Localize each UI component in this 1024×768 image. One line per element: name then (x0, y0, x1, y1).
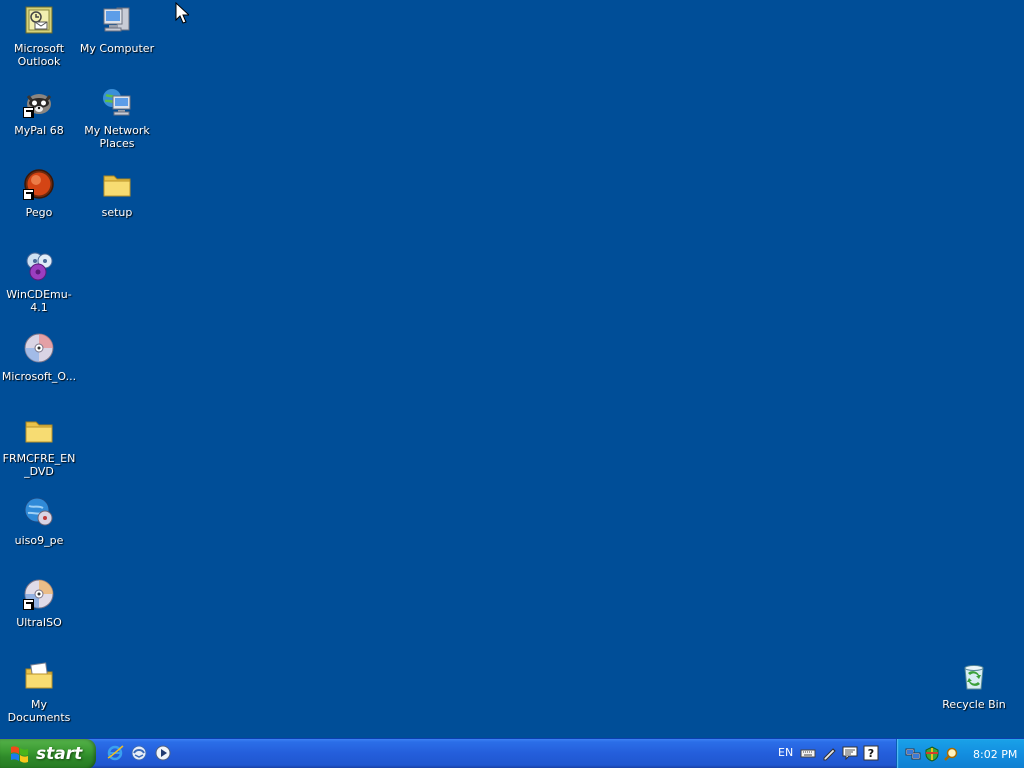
desktop-icon-mypal[interactable]: MyPal 68 (0, 86, 78, 137)
ultraiso-icon (23, 578, 55, 610)
start-label: start (36, 744, 83, 764)
outlook-express-icon[interactable] (130, 744, 148, 762)
mouse-pointer-icon (175, 2, 189, 24)
network-connection-icon[interactable] (905, 746, 921, 762)
desktop-icon-microsoft-o[interactable]: Microsoft_O... (0, 332, 78, 383)
icon-label: My Computer (79, 42, 155, 55)
keyboard-icon[interactable] (800, 745, 816, 761)
internet-explorer-icon[interactable] (106, 744, 124, 762)
icon-label: FRMCFRE_EN_DVD (2, 452, 76, 478)
icon-label: setup (101, 206, 133, 219)
help-icon[interactable]: ? (863, 745, 879, 761)
shortcut-arrow-icon (23, 189, 34, 200)
desktop-icon-pego[interactable]: Pego (0, 168, 78, 219)
shortcut-arrow-icon (23, 107, 34, 118)
start-button[interactable]: start (0, 739, 96, 768)
wincdemu-icon (23, 250, 55, 282)
system-clock[interactable]: 8:02 PM (973, 748, 1017, 761)
desktop-icon-setup[interactable]: setup (78, 168, 156, 219)
windows-logo-icon (11, 746, 28, 763)
folder-icon (101, 168, 133, 200)
taskbar: start EN ? 8:02 PM (0, 738, 1024, 768)
desktop-icon-frmcfre[interactable]: FRMCFRE_EN_DVD (0, 414, 78, 478)
handwriting-pen-icon[interactable] (821, 745, 837, 761)
icon-label: Pego (25, 206, 53, 219)
folder-icon (23, 414, 55, 446)
network-places-icon (101, 86, 133, 118)
security-shield-icon[interactable] (924, 746, 940, 762)
disc-image-icon (23, 332, 55, 364)
desktop-icon-my-documents[interactable]: My Documents (0, 660, 78, 724)
desktop[interactable]: Microsoft Outlook My Computer MyPal 68 M… (0, 0, 1024, 738)
svg-text:?: ? (868, 747, 874, 760)
icon-label: My Network Places (84, 124, 150, 150)
media-player-icon[interactable] (154, 744, 172, 762)
outlook-icon (23, 4, 55, 36)
my-documents-icon (23, 660, 55, 692)
icon-label: Recycle Bin (942, 698, 1006, 711)
my-computer-icon (101, 4, 133, 36)
desktop-icon-uiso9-pe[interactable]: uiso9_pe (0, 496, 78, 547)
icon-label: uiso9_pe (14, 534, 64, 547)
desktop-icon-my-computer[interactable]: My Computer (78, 4, 156, 55)
icon-label: UltraISO (16, 616, 62, 629)
desktop-icon-microsoft-outlook[interactable]: Microsoft Outlook (0, 4, 78, 68)
recycle-bin-icon (958, 660, 990, 692)
icon-label: My Documents (7, 698, 71, 724)
icon-label: Microsoft Outlook (13, 42, 65, 68)
desktop-icon-recycle-bin[interactable]: Recycle Bin (935, 660, 1013, 711)
desktop-icon-ultraiso[interactable]: UltraISO (0, 578, 78, 629)
mypal-icon (23, 86, 55, 118)
quick-launch-bar (106, 744, 172, 762)
language-bar-tools: ? (800, 745, 879, 761)
icon-label: Microsoft_O... (1, 370, 77, 383)
desktop-icon-my-network-places[interactable]: My Network Places (78, 86, 156, 150)
search-icon[interactable] (943, 746, 959, 762)
speech-icon[interactable] (842, 745, 858, 761)
shortcut-arrow-icon (23, 599, 34, 610)
installer-disc-icon (23, 496, 55, 528)
pego-icon (23, 168, 55, 200)
language-indicator[interactable]: EN (778, 746, 793, 759)
system-tray: 8:02 PM (896, 739, 1024, 768)
icon-label: MyPal 68 (14, 124, 64, 137)
desktop-icon-wincdemu[interactable]: WinCDEmu-4.1 (0, 250, 78, 314)
icon-label: WinCDEmu-4.1 (6, 288, 72, 314)
